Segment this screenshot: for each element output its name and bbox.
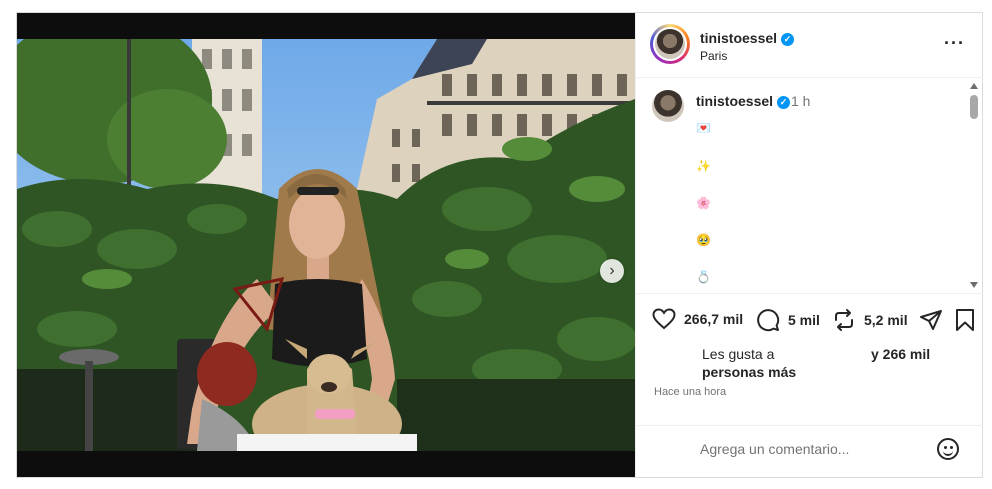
post-timestamp: Hace una hora bbox=[654, 386, 727, 398]
post-header: tinistoessel ✓ Paris ··· bbox=[636, 13, 983, 78]
caption-line: 🌸 bbox=[696, 196, 711, 210]
author-username[interactable]: tinistoessel ✓ bbox=[700, 30, 795, 46]
scroll-thumb[interactable] bbox=[970, 95, 978, 119]
verified-badge-icon: ✓ bbox=[777, 96, 791, 109]
caption-username[interactable]: tinistoessel ✓ bbox=[696, 93, 791, 109]
comments-scrollbar[interactable] bbox=[970, 83, 979, 288]
carousel-next-button[interactable]: › bbox=[600, 259, 624, 283]
comments-section: tinistoessel ✓ 1 h 💌 ✨ 🌸 🥹 💍 bbox=[636, 78, 983, 293]
post-sidebar: tinistoessel ✓ Paris ··· tinistoessel ✓ 1 … bbox=[635, 13, 983, 477]
share-button[interactable] bbox=[919, 308, 951, 332]
more-options-button[interactable]: ··· bbox=[944, 33, 965, 54]
reposts-count: 5,2 mil bbox=[864, 312, 908, 328]
smiley-icon[interactable] bbox=[937, 438, 959, 460]
heart-icon bbox=[652, 308, 676, 330]
scroll-down-icon[interactable] bbox=[970, 282, 978, 288]
post-time: 1 h bbox=[791, 93, 811, 109]
repost-icon bbox=[835, 309, 853, 331]
bookmark-icon bbox=[956, 309, 974, 331]
comment-bubble-icon bbox=[757, 309, 780, 332]
save-button[interactable] bbox=[954, 308, 984, 332]
verified-badge-icon: ✓ bbox=[781, 33, 795, 46]
avatar bbox=[655, 29, 685, 59]
post-media: › bbox=[17, 13, 635, 477]
add-comment-bar bbox=[636, 425, 983, 478]
comments-count: 5 mil bbox=[788, 312, 820, 328]
like-button[interactable]: 266,7 mil bbox=[652, 308, 743, 330]
liked-by-text[interactable]: Les gusta a personas más bbox=[702, 345, 796, 381]
story-avatar[interactable] bbox=[650, 24, 690, 64]
liked-by-others[interactable]: y 266 mil bbox=[871, 345, 930, 363]
caption-line: 💌 bbox=[696, 121, 711, 135]
avatar[interactable] bbox=[652, 90, 684, 122]
comment-input[interactable] bbox=[698, 440, 922, 458]
comment-button[interactable]: 5 mil bbox=[756, 308, 820, 332]
scroll-up-icon[interactable] bbox=[970, 83, 978, 89]
caption-line: ✨ bbox=[696, 159, 711, 173]
caption-line: 💍 bbox=[696, 270, 711, 284]
likes-count: 266,7 mil bbox=[684, 311, 744, 327]
post-photo[interactable]: › bbox=[17, 39, 635, 451]
repost-button[interactable]: 5,2 mil bbox=[832, 308, 908, 332]
photo-image bbox=[17, 39, 635, 451]
caption-line: 🥹 bbox=[696, 233, 711, 247]
post-dialog: › tinistoessel ✓ Paris ··· tinistoessel … bbox=[16, 12, 983, 478]
location-link[interactable]: Paris bbox=[700, 49, 727, 63]
paper-plane-icon bbox=[920, 310, 942, 330]
